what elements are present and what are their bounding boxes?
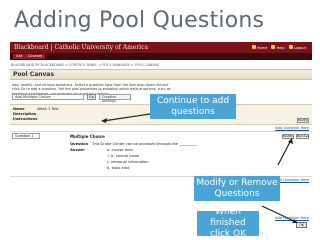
question-type: Multiple Choice [70, 134, 105, 139]
pool-description-row: Description [13, 112, 37, 116]
pool-name-value: Week 1 Test [37, 107, 59, 111]
slide-title: Adding Pool Questions [14, 8, 265, 33]
go-button[interactable]: Go [87, 94, 96, 100]
tab-cat[interactable]: Cat [13, 54, 26, 59]
answer-option: d. tools area [107, 166, 130, 170]
add-question-here-link[interactable]: Add Question Here [275, 126, 309, 130]
question-label: Question [70, 142, 89, 146]
help-icon [271, 45, 276, 49]
modify-question-button[interactable]: Modify [282, 134, 294, 139]
add-question-type-select[interactable]: Add Multiple Choice [12, 94, 84, 100]
add-question-here-link[interactable]: Add Question Here [275, 216, 309, 220]
breadcrumb: BLACKBOARD BY BLACKBOARD > CONTROL PANEL… [11, 63, 159, 67]
tab-bar [10, 53, 312, 60]
page-title: Pool Canvas [13, 71, 55, 78]
logout-link[interactable]: Logout [288, 45, 306, 50]
tab-courses[interactable]: Courses [25, 54, 46, 59]
pool-name-row: Name Week 1 Test [13, 107, 59, 111]
home-link[interactable]: Home [251, 45, 267, 50]
answer-option: ✓ b. control panel [107, 154, 140, 158]
callout-modify: Modify or Remove Questions [194, 176, 280, 201]
pool-description-label: Description [13, 112, 37, 116]
blackboard-logo: Blackboard | Catholic University of Amer… [14, 44, 149, 51]
callout-continue: Continue to add questions [150, 94, 236, 119]
answer-option: c. personal information [107, 160, 149, 164]
question-text: This Grade Center can be accessed throug… [92, 142, 198, 146]
ok-button[interactable]: OK [296, 222, 307, 228]
pool-name-label: Name [13, 107, 25, 111]
question-divider [10, 131, 312, 132]
answer-option: a. course area [107, 148, 133, 152]
help-link[interactable]: Help [271, 45, 285, 50]
top-links: Home Help Logout [251, 45, 306, 50]
add-question-here-link[interactable]: Add Question Here [275, 178, 309, 182]
blackboard-screenshot: Blackboard | Catholic University of Amer… [10, 42, 312, 232]
pool-canvas-header [10, 69, 312, 80]
logout-icon [288, 45, 293, 49]
pool-instructions-row: Instructions [13, 117, 37, 121]
remove-question-button[interactable]: Remove [296, 134, 309, 139]
creation-settings-button[interactable]: Creation Settings [99, 94, 131, 103]
pool-instructions-label: Instructions [13, 117, 38, 121]
answer-label: Answer [70, 148, 86, 152]
callout-finished: When finished click OK [197, 207, 259, 239]
home-icon [251, 45, 256, 49]
modify-pool-button[interactable]: Modify [297, 118, 309, 123]
question-number-select[interactable]: Question 1 [12, 133, 40, 139]
